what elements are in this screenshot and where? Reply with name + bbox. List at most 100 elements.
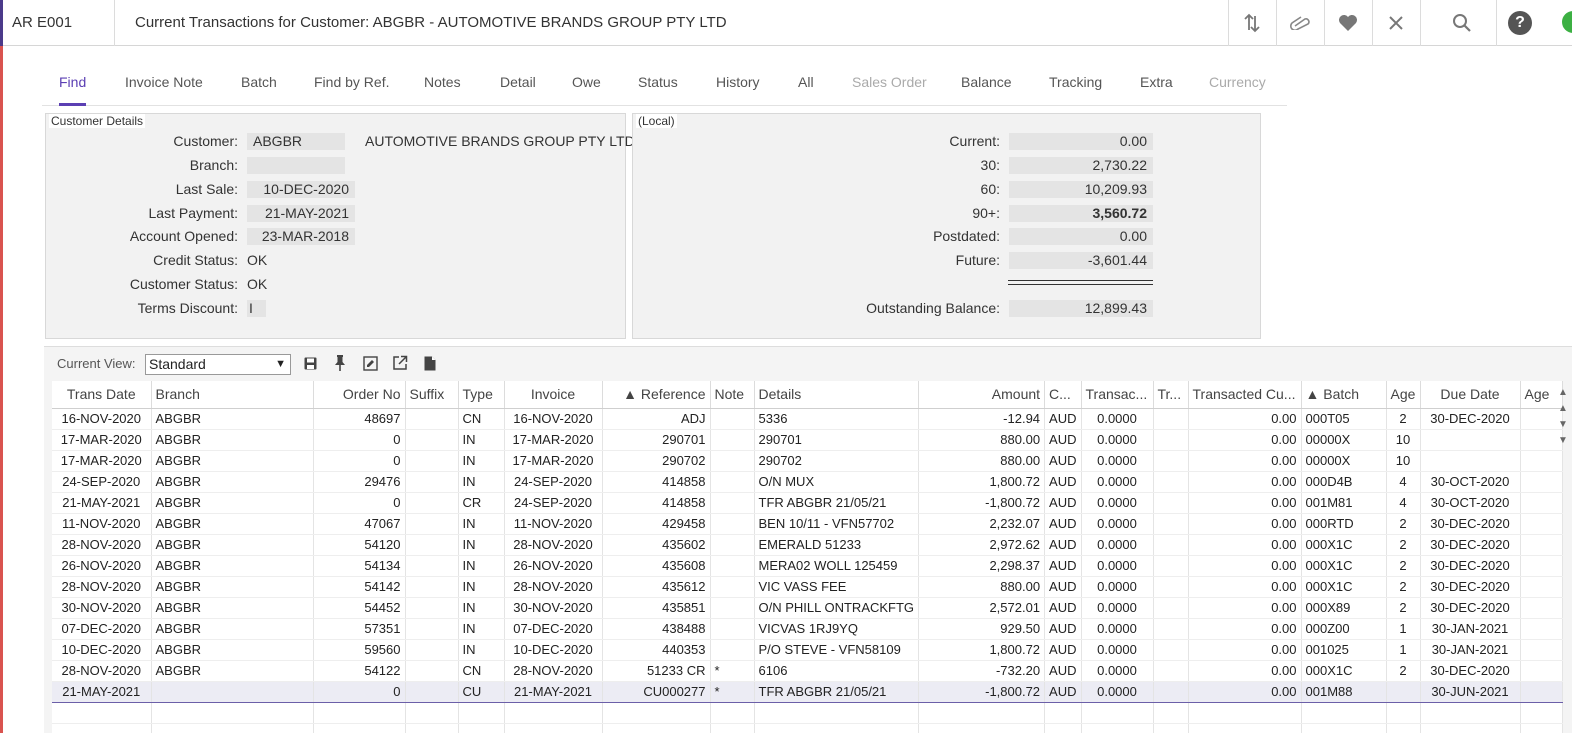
tab-currency: Currency — [1209, 74, 1266, 90]
table-cell — [405, 702, 459, 724]
column-header[interactable]: Trans Date — [52, 381, 152, 409]
table-cell: 00000X — [1301, 429, 1387, 451]
current-view-select[interactable]: Standard ▼ — [145, 354, 291, 375]
table-cell — [1153, 723, 1189, 733]
attachment-icon[interactable] — [1276, 0, 1324, 46]
current-value: 0.00 — [1009, 133, 1153, 150]
table-cell: ABGBR — [151, 534, 314, 556]
table-cell: 48697 — [313, 408, 406, 430]
pin-icon[interactable] — [330, 352, 350, 374]
column-header[interactable]: Suffix — [405, 381, 459, 409]
edit-view-icon[interactable] — [360, 352, 380, 374]
grid-side-icons[interactable]: ▲ ▲ ▼ ▼ — [1558, 385, 1572, 449]
column-header[interactable]: Branch — [151, 381, 314, 409]
table-cell — [313, 723, 406, 733]
table-cell: 000X1C — [1301, 576, 1387, 598]
account-opened-value: 23-MAR-2018 — [247, 228, 355, 245]
table-row[interactable]: 17-MAR-2020 ABGBR 0 IN 17-MAR-2020 290701 2907… — [52, 429, 1563, 451]
tab-find-by-ref[interactable]: Find by Ref. — [314, 66, 389, 106]
column-header[interactable]: Age — [1386, 381, 1421, 409]
table-cell: 000Z00 — [1301, 618, 1387, 640]
table-row[interactable]: 30-NOV-2020 ABGBR 54452 IN 30-NOV-2020 435851… — [52, 597, 1563, 619]
tab-balance[interactable]: Balance — [961, 66, 1012, 106]
table-row[interactable]: 26-NOV-2020 ABGBR 54134 IN 26-NOV-2020 435608… — [52, 555, 1563, 577]
table-cell: 0 — [313, 680, 406, 703]
column-header[interactable]: Note — [710, 381, 755, 409]
tab-owe[interactable]: Owe — [572, 66, 601, 106]
table-row[interactable]: 28-NOV-2020 ABGBR 54142 IN 28-NOV-2020 435612… — [52, 576, 1563, 598]
table-cell — [710, 429, 755, 451]
table-row[interactable]: 24-SEP-2020 ABGBR 29476 IN 24-SEP-2020 414858… — [52, 471, 1563, 493]
column-header[interactable]: Order No — [313, 381, 406, 409]
column-header[interactable]: Transacted Cu... — [1188, 381, 1302, 409]
table-cell — [458, 702, 505, 724]
table-cell: IN — [458, 429, 505, 451]
table-row[interactable]: 11-NOV-2020 ABGBR 47067 IN 11-NOV-2020 429458… — [52, 513, 1563, 535]
table-cell: -732.20 — [918, 660, 1046, 682]
table-row[interactable]: 07-DEC-2020 ABGBR 57351 IN 07-DEC-2020 438488… — [52, 618, 1563, 640]
favorite-icon[interactable] — [1324, 0, 1372, 46]
column-header[interactable]: Transac... — [1081, 381, 1154, 409]
column-header[interactable]: Amount — [918, 381, 1046, 409]
tab-status[interactable]: Status — [638, 66, 678, 106]
table-cell: 0.00 — [1188, 408, 1302, 430]
table-cell: 28-NOV-2020 — [52, 576, 152, 598]
column-header[interactable]: Tr... — [1153, 381, 1189, 409]
column-header[interactable]: Invoice — [504, 381, 603, 409]
column-header[interactable]: Due Date — [1420, 381, 1521, 409]
table-cell: 0.0000 — [1081, 408, 1154, 430]
scroll-down-icon[interactable]: ▼ — [1558, 417, 1572, 433]
table-row[interactable]: 28-NOV-2020 ABGBR 54120 IN 28-NOV-2020 435602… — [52, 534, 1563, 556]
table-cell: 290701 — [602, 429, 711, 451]
table-header-row: Trans Date Branch Order No Suffix Type I… — [52, 381, 1563, 409]
scroll-top-icon[interactable]: ▲ — [1558, 385, 1572, 401]
table-cell: CU000277 — [602, 680, 711, 703]
tab-all[interactable]: All — [798, 66, 814, 106]
table-cell — [1153, 639, 1189, 661]
tab-find[interactable]: Find — [59, 66, 87, 106]
table-cell: 0 — [313, 492, 406, 514]
table-cell: 0.0000 — [1081, 471, 1154, 493]
column-header[interactable]: ▲ Reference — [602, 381, 711, 409]
save-icon[interactable] — [300, 352, 320, 374]
table-cell — [1153, 450, 1189, 472]
scroll-up-icon[interactable]: ▲ — [1558, 401, 1572, 417]
table-cell: O/N MUX — [754, 471, 920, 493]
help-icon[interactable]: ? — [1496, 0, 1544, 46]
table-row[interactable]: 10-DEC-2020 ABGBR 59560 IN 10-DEC-2020 440353… — [52, 639, 1563, 661]
table-cell: ABGBR — [151, 429, 314, 451]
table-row[interactable]: 17-MAR-2020 ABGBR 0 IN 17-MAR-2020 290702 2907… — [52, 450, 1563, 472]
tab-tracking[interactable]: Tracking — [1049, 66, 1102, 106]
tab-batch[interactable]: Batch — [241, 66, 277, 106]
sort-icon[interactable] — [1228, 0, 1276, 46]
table-cell: ABGBR — [151, 639, 314, 661]
search-icon[interactable] — [1438, 0, 1486, 46]
table-cell: 24-SEP-2020 — [504, 471, 603, 493]
column-header[interactable]: Details — [754, 381, 920, 409]
column-header[interactable]: Type — [458, 381, 505, 409]
table-row[interactable]: 16-NOV-2020 ABGBR 48697 CN 16-NOV-2020 ADJ 533… — [52, 408, 1563, 430]
export-icon[interactable] — [390, 352, 410, 374]
scroll-bottom-icon[interactable]: ▼ — [1558, 433, 1572, 449]
close-icon[interactable] — [1372, 0, 1420, 46]
tab-history[interactable]: History — [716, 66, 760, 106]
tab-notes[interactable]: Notes — [424, 66, 461, 106]
table-row[interactable]: 21-MAY-2021 0 CU 21-MAY-2021 CU000277 * TFR AB… — [52, 680, 1563, 703]
table-cell: ABGBR — [151, 618, 314, 640]
tab-detail[interactable]: Detail — [500, 66, 536, 106]
header-separator — [114, 0, 115, 46]
tab-extra[interactable]: Extra — [1140, 66, 1173, 106]
table-row[interactable]: 21-MAY-2021 ABGBR 0 CR 24-SEP-2020 414858 TFR … — [52, 492, 1563, 514]
table-cell: 435612 — [602, 576, 711, 598]
document-icon[interactable] — [420, 352, 440, 374]
column-header[interactable]: ▲ Batch — [1301, 381, 1387, 409]
table-cell — [405, 408, 459, 430]
column-header[interactable]: C... — [1044, 381, 1082, 409]
table-row[interactable]: 28-NOV-2020 ABGBR 54122 CN 28-NOV-2020 51233 … — [52, 660, 1563, 682]
table-cell: EMERALD 51233 — [754, 534, 920, 556]
table-cell: 30-DEC-2020 — [1420, 534, 1521, 556]
table-cell — [1520, 534, 1563, 556]
tab-invoice-note[interactable]: Invoice Note — [125, 66, 203, 106]
table-cell: 290702 — [754, 450, 920, 472]
column-header[interactable]: Age — [1520, 381, 1563, 409]
